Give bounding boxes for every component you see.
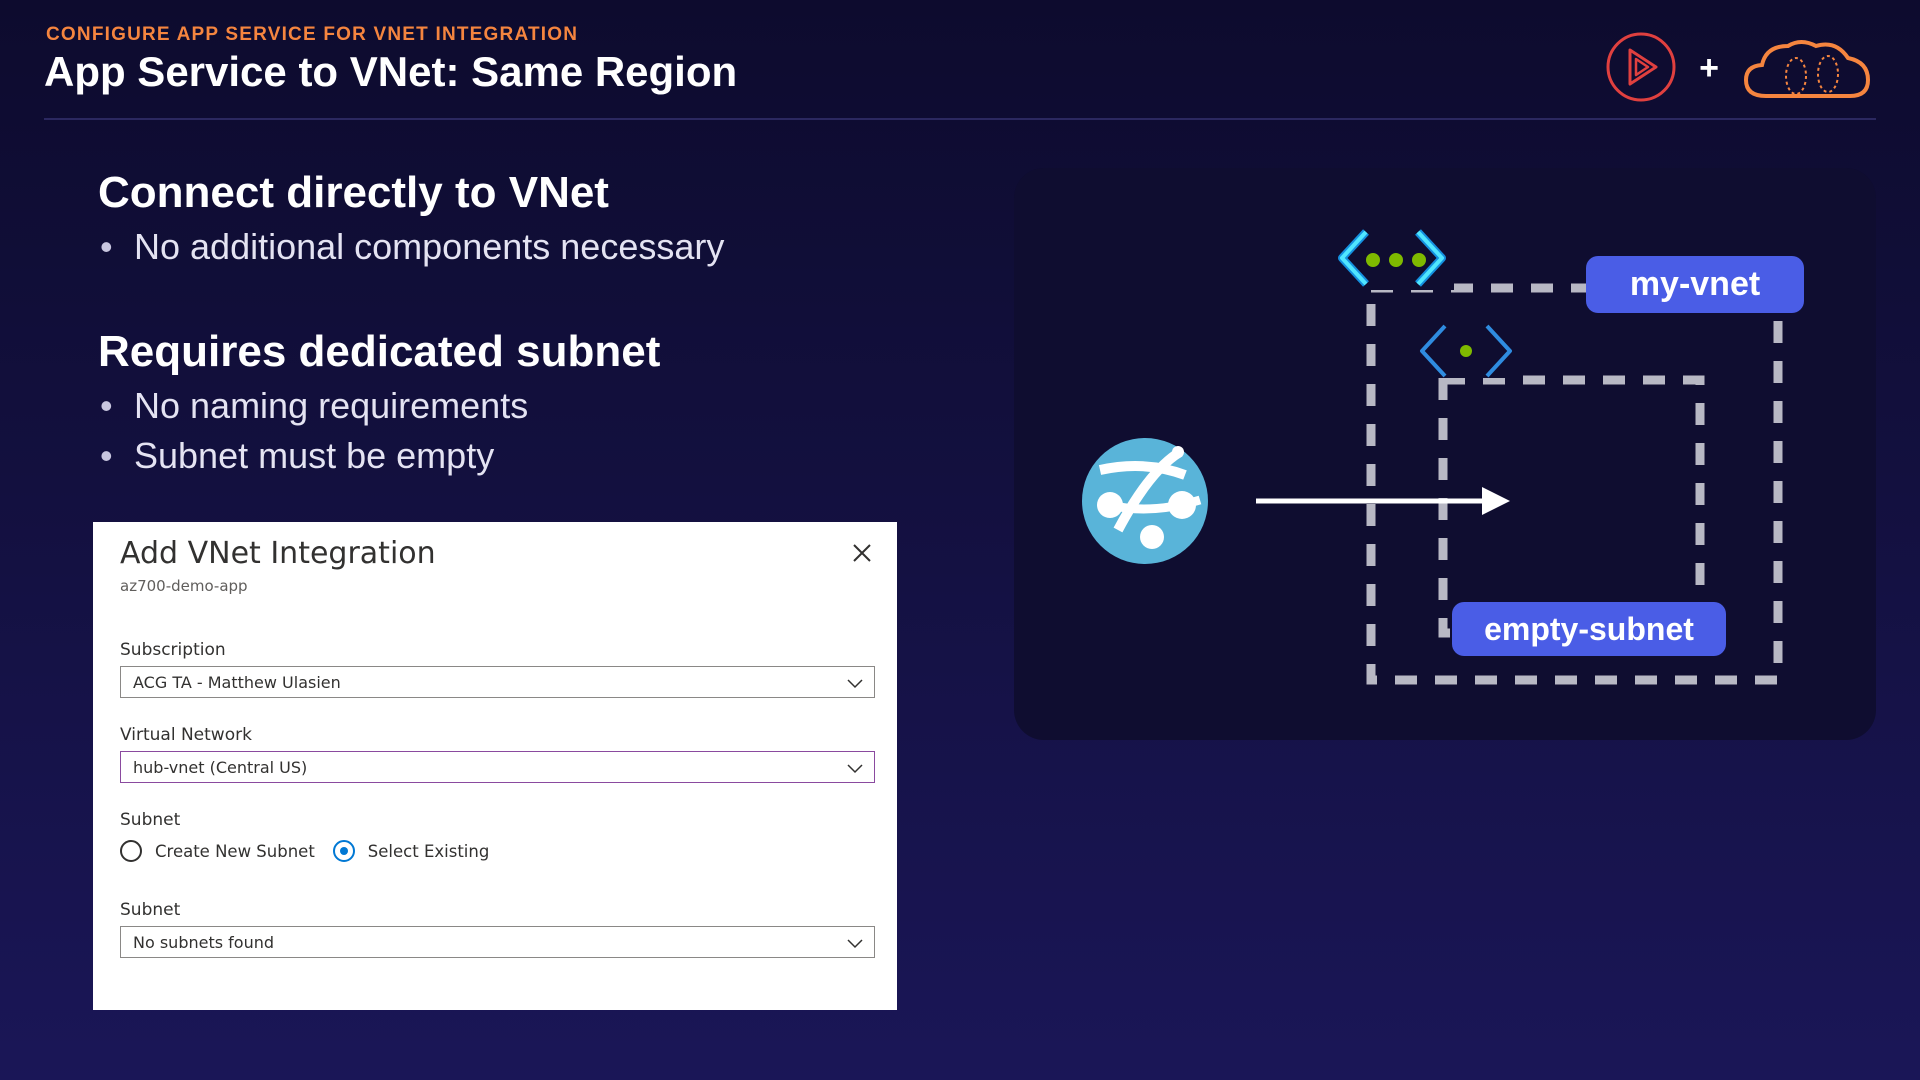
vnet-icon [1330,228,1454,290]
subnet-name-badge: empty-subnet [1452,602,1726,656]
arrow-right-icon [1256,487,1510,515]
app-service-icon [1082,438,1208,564]
diagram [1082,228,1783,685]
subnet-boundary [1438,375,1705,638]
subnet-icon [1412,322,1518,378]
vnet-name-badge: my-vnet [1586,256,1804,313]
